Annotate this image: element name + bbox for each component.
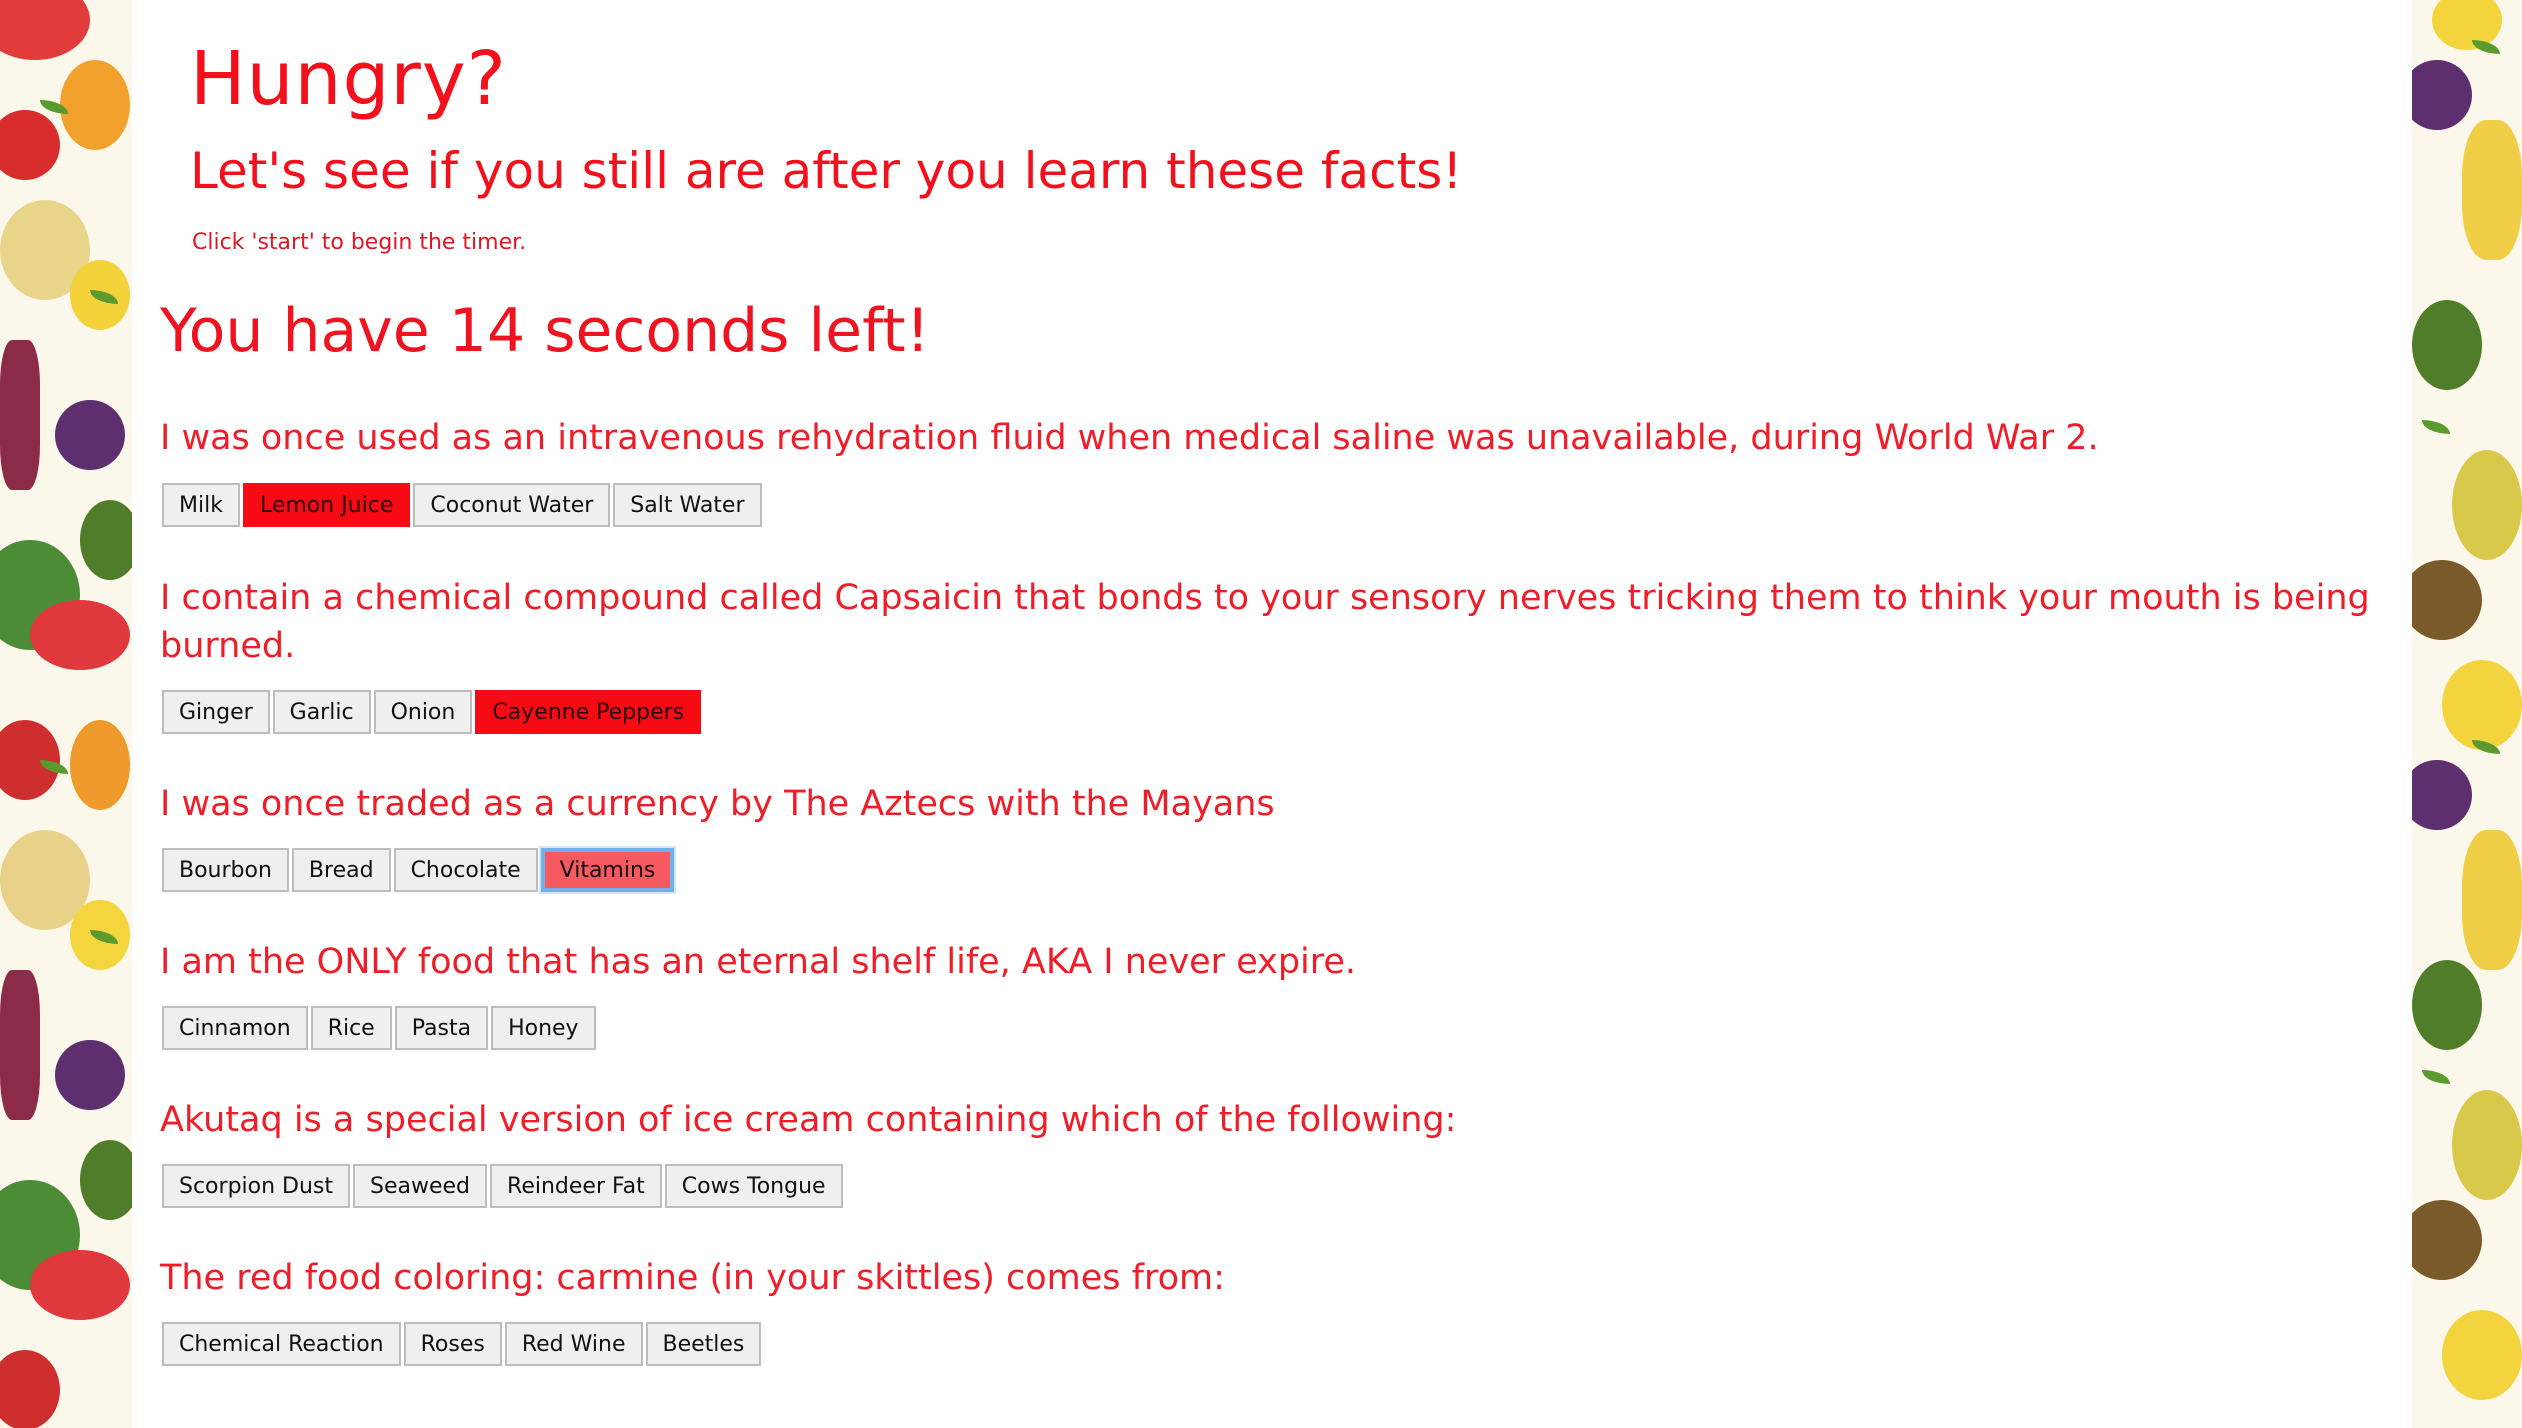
answer-button-honey[interactable]: Honey bbox=[491, 1006, 596, 1050]
answer-button-bourbon[interactable]: Bourbon bbox=[162, 848, 289, 892]
page-subtitle: Let's see if you still are after you lea… bbox=[190, 142, 1463, 200]
answer-button-cayenne-peppers[interactable]: Cayenne Peppers bbox=[475, 690, 702, 734]
answer-group: Bourbon Bread Chocolate Vitamins bbox=[162, 848, 677, 892]
question-text: The red food coloring: carmine (in your … bbox=[160, 1258, 1225, 1298]
answer-button-onion[interactable]: Onion bbox=[373, 690, 473, 734]
answer-button-reindeer-fat[interactable]: Reindeer Fat bbox=[490, 1164, 662, 1208]
answer-group: Cinnamon Rice Pasta Honey bbox=[162, 1006, 599, 1050]
timer-countdown: You have 14 seconds left! bbox=[160, 296, 930, 366]
answer-button-cinnamon[interactable]: Cinnamon bbox=[162, 1006, 308, 1050]
page-title: Hungry? bbox=[190, 36, 507, 122]
answer-button-lemon-juice[interactable]: Lemon Juice bbox=[242, 483, 411, 527]
answer-button-seaweed[interactable]: Seaweed bbox=[353, 1164, 488, 1208]
question-text: I was once used as an intravenous rehydr… bbox=[160, 418, 2099, 458]
answer-button-pasta[interactable]: Pasta bbox=[394, 1006, 489, 1050]
answer-group: Scorpion Dust Seaweed Reindeer Fat Cows … bbox=[162, 1164, 846, 1208]
answer-button-ginger[interactable]: Ginger bbox=[162, 690, 270, 734]
start-hint: Click 'start' to begin the timer. bbox=[192, 230, 527, 255]
answer-button-coconut-water[interactable]: Coconut Water bbox=[413, 483, 611, 527]
answer-button-chocolate[interactable]: Chocolate bbox=[393, 848, 538, 892]
question-text: I was once traded as a currency by The A… bbox=[160, 784, 1275, 824]
answer-group: Milk Lemon Juice Coconut Water Salt Wate… bbox=[162, 483, 765, 527]
answer-button-roses[interactable]: Roses bbox=[403, 1322, 502, 1366]
answer-group: Chemical Reaction Roses Red Wine Beetles bbox=[162, 1322, 764, 1366]
answer-button-chemical-reaction[interactable]: Chemical Reaction bbox=[162, 1322, 401, 1366]
answer-group: Ginger Garlic Onion Cayenne Peppers bbox=[162, 690, 704, 734]
fruit-wallpaper-left bbox=[0, 0, 132, 1428]
answer-button-beetles[interactable]: Beetles bbox=[645, 1322, 762, 1366]
answer-button-rice[interactable]: Rice bbox=[310, 1006, 392, 1050]
answer-button-vitamins[interactable]: Vitamins bbox=[540, 848, 675, 892]
quiz-panel: Hungry? Let's see if you still are after… bbox=[132, 0, 2412, 1428]
question-text: Akutaq is a special version of ice cream… bbox=[160, 1100, 1457, 1140]
answer-button-bread[interactable]: Bread bbox=[291, 848, 391, 892]
fruit-wallpaper-right bbox=[2412, 0, 2522, 1428]
answer-button-cows-tongue[interactable]: Cows Tongue bbox=[664, 1164, 843, 1208]
question-text: I am the ONLY food that has an eternal s… bbox=[160, 942, 1357, 982]
question-text: I contain a chemical compound called Cap… bbox=[160, 578, 2370, 666]
answer-button-salt-water[interactable]: Salt Water bbox=[613, 483, 762, 527]
answer-button-garlic[interactable]: Garlic bbox=[272, 690, 371, 734]
answer-button-scorpion-dust[interactable]: Scorpion Dust bbox=[162, 1164, 351, 1208]
answer-button-milk[interactable]: Milk bbox=[162, 483, 240, 527]
answer-button-red-wine[interactable]: Red Wine bbox=[504, 1322, 643, 1366]
